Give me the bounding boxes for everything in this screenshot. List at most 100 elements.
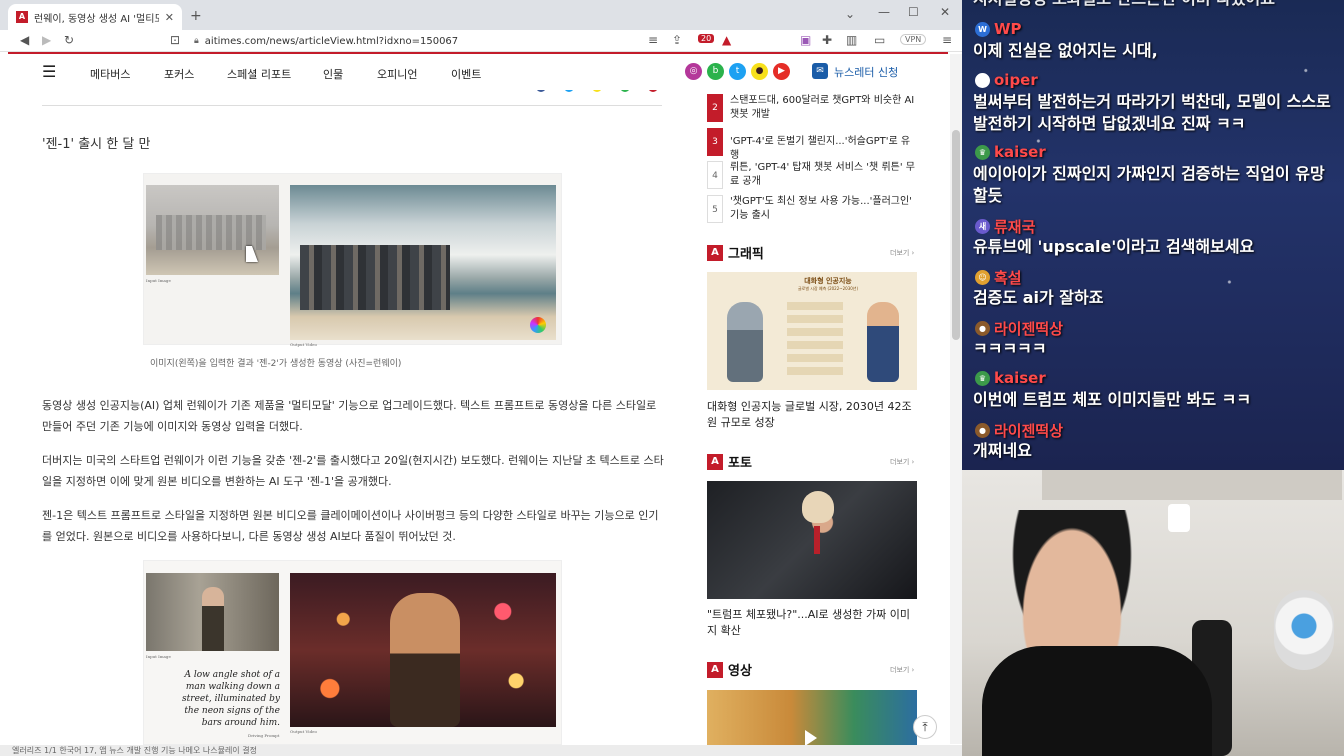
rank-number: 4 [707,161,723,189]
chat-username: 라이젠떡상 [994,320,1064,338]
close-window-icon[interactable]: ✕ [940,6,950,18]
figure-1-caption: 이미지(왼쪽)을 입력한 결과 '젠-2'가 생성한 동영상 (사진=런웨이) [150,359,402,369]
newsletter-link[interactable]: 뉴스레터 신청 [834,64,898,80]
nav-item-opinion[interactable]: 오피니언 [377,66,417,82]
ranked-article-link[interactable]: 스탠포드대, 600달러로 챗GPT와 비슷한 AI 챗봇 개발 [730,94,916,122]
kakaotalk-icon[interactable]: ● [751,63,768,80]
scrollbar-thumb[interactable] [952,130,960,340]
trump-figure-shape [802,491,834,523]
share-dot[interactable] [648,90,658,92]
article-paragraph: 동영상 생성 인공지능(AI) 업체 런웨이가 기존 제품을 '멀티모달' 기능… [42,399,657,433]
nav-item-event[interactable]: 이벤트 [451,66,481,82]
robot-illustration [727,302,763,382]
tab-close-icon[interactable]: ✕ [165,11,174,24]
menu-icon[interactable]: ≡ [942,34,952,46]
user-badge-icon: ☺ [975,270,990,285]
fig2-prompt-text: A low angle shot of a man walking down a… [182,670,280,728]
wallet-icon[interactable]: ▭ [874,34,885,46]
reload-icon[interactable]: ↻ [64,34,74,46]
hamburger-menu-icon[interactable]: ☰ [42,64,56,80]
chat-message: 벌써부터 발전하는거 따라가기 벅찬데, 모델이 스스로 발전하기 시작하면 답… [973,92,1331,133]
site-nav: ☰ 메타버스 포커스 스페셜 리포트 인물 오피니언 이벤트 ◎ b t ● ▶… [0,54,950,90]
ranked-article-link[interactable]: '챗GPT'도 최신 정보 사용 가능...'플러그인' 기능 출시 [730,195,916,223]
scroll-to-top-button[interactable]: ⤒ [913,715,937,739]
tab-title: 런웨이, 동영상 생성 AI '멀티모달' [34,13,159,25]
share-icon[interactable]: ⇪ [672,34,682,46]
browser-toolbar: ◀ ▶ ↻ ⊡ 🔒︎ aitimes.com/news/articleView.… [0,30,962,52]
new-tab-icon[interactable]: + [190,9,202,23]
graphic-caption[interactable]: 대화형 인공지능 글로벌 시장, 2030년 42조원 규모로 성장 [707,399,917,431]
browser-window: A 런웨이, 동영상 생성 AI '멀티모달' ✕ + ⌄ — ☐ ✕ ◀ ▶ … [0,0,962,756]
page-content: '젠-1' 출시 한 달 만 Input Image Output Video … [0,90,950,745]
input-image-man [146,573,279,651]
aitimes-extension-icon[interactable]: ▲ [722,34,731,46]
chat-user: ☺ 혹설 [975,267,1022,288]
browser-tab[interactable]: A 런웨이, 동영상 생성 AI '멀티모달' ✕ [8,4,182,30]
photo-more-link[interactable]: 더보기 › [890,457,914,467]
output-video-neon-man [290,573,556,727]
chat-user: W WP [975,20,1022,38]
nav-item-metaverse[interactable]: 메타버스 [90,66,130,82]
chat-user: oiper [975,71,1038,89]
red-tie-shape [814,526,820,554]
chat-user: ● 라이젠떡상 [975,420,1063,441]
man-portrait-shape [390,593,460,727]
minimize-icon[interactable]: — [878,6,890,18]
user-badge-icon: ● [975,321,990,336]
vpn-badge[interactable]: VPN [900,34,927,45]
nav-item-people[interactable]: 인물 [323,66,343,82]
chart-bars-illustration [787,302,843,380]
man-silhouette [202,587,224,651]
ranked-article-link[interactable]: 뤼튼, 'GPT-4' 탑재 챗봇 서비스 '챗 뤼튼' 무료 공개 [730,161,916,189]
share-dot[interactable] [592,90,602,92]
rank-number: 5 [707,195,723,223]
chat-user: ♛ kaiser [975,143,1046,161]
video-thumbnail[interactable] [707,690,917,745]
nav-item-special-report[interactable]: 스페셜 리포트 [227,66,291,82]
photo-caption[interactable]: "트럼프 체포됐나?"...AI로 생성한 가짜 이미지 확산 [707,607,917,639]
graphic-img-subtitle: 글로벌 시장 예측 (2022~2030년) [797,286,859,291]
ranked-article-link[interactable]: 'GPT-4'로 돈벌기 챌린지...'허슬GPT'로 유행 [730,135,916,163]
section-title-text: 그래픽 [728,247,764,262]
video-more-link[interactable]: 더보기 › [890,665,914,675]
share-dot[interactable] [536,90,546,92]
photo-thumbnail[interactable] [707,481,917,599]
article-divider [42,105,662,106]
chat-message: 이제 진실은 없어지는 시대, [973,41,1158,60]
chat-message: 유튜브에 'upscale'이라고 검색해보세요 [973,237,1255,256]
extension-badge[interactable]: 20 [698,34,715,43]
extension-m-icon[interactable]: ▣ [800,34,811,46]
share-dot[interactable] [564,90,574,92]
instagram-icon[interactable]: ◎ [685,63,702,80]
chat-username: 혹설 [994,269,1022,287]
chat-user: ♛ kaiser [975,369,1046,387]
section-title-text: 포토 [728,456,752,471]
input-image-beach [146,185,279,275]
back-icon[interactable]: ◀ [20,34,29,46]
play-icon[interactable] [805,730,817,745]
graphic-more-link[interactable]: 더보기 › [890,248,914,258]
share-dot[interactable] [620,90,630,92]
reader-mode-icon[interactable]: ≡ [648,34,658,46]
air-purifier-shape [1274,590,1334,670]
output-video-beach [290,185,556,340]
twitter-icon[interactable]: t [729,63,746,80]
graphic-thumbnail[interactable]: 대화형 인공지능 글로벌 시장 예측 (2022~2030년) [707,272,917,390]
extensions-puzzle-icon[interactable]: ✚ [822,34,832,46]
fig1-output-label: Output Video [290,342,317,347]
user-badge-icon: ● [975,423,990,438]
sidebar-icon[interactable]: ▥ [846,34,857,46]
nav-item-focus[interactable]: 포커스 [164,66,194,82]
youtube-icon[interactable]: ▶ [773,63,790,80]
naver-blog-icon[interactable]: b [707,63,724,80]
maximize-icon[interactable]: ☐ [908,6,919,18]
chat-message: ㅋㅋㅋㅋㅋ [973,339,1047,358]
newsletter-icon[interactable]: ✉ [812,63,828,79]
chat-username: kaiser [994,143,1046,161]
chat-message: 이번에 트럼프 체포 이미지들만 봐도 ㅋㅋ [973,390,1252,409]
tab-search-icon[interactable]: ⌄ [845,8,855,20]
forward-icon[interactable]: ▶ [42,34,51,46]
user-badge-icon: W [975,21,990,37]
share-buttons-row [536,90,658,92]
chat-user: 새 류재국 [975,216,1035,237]
